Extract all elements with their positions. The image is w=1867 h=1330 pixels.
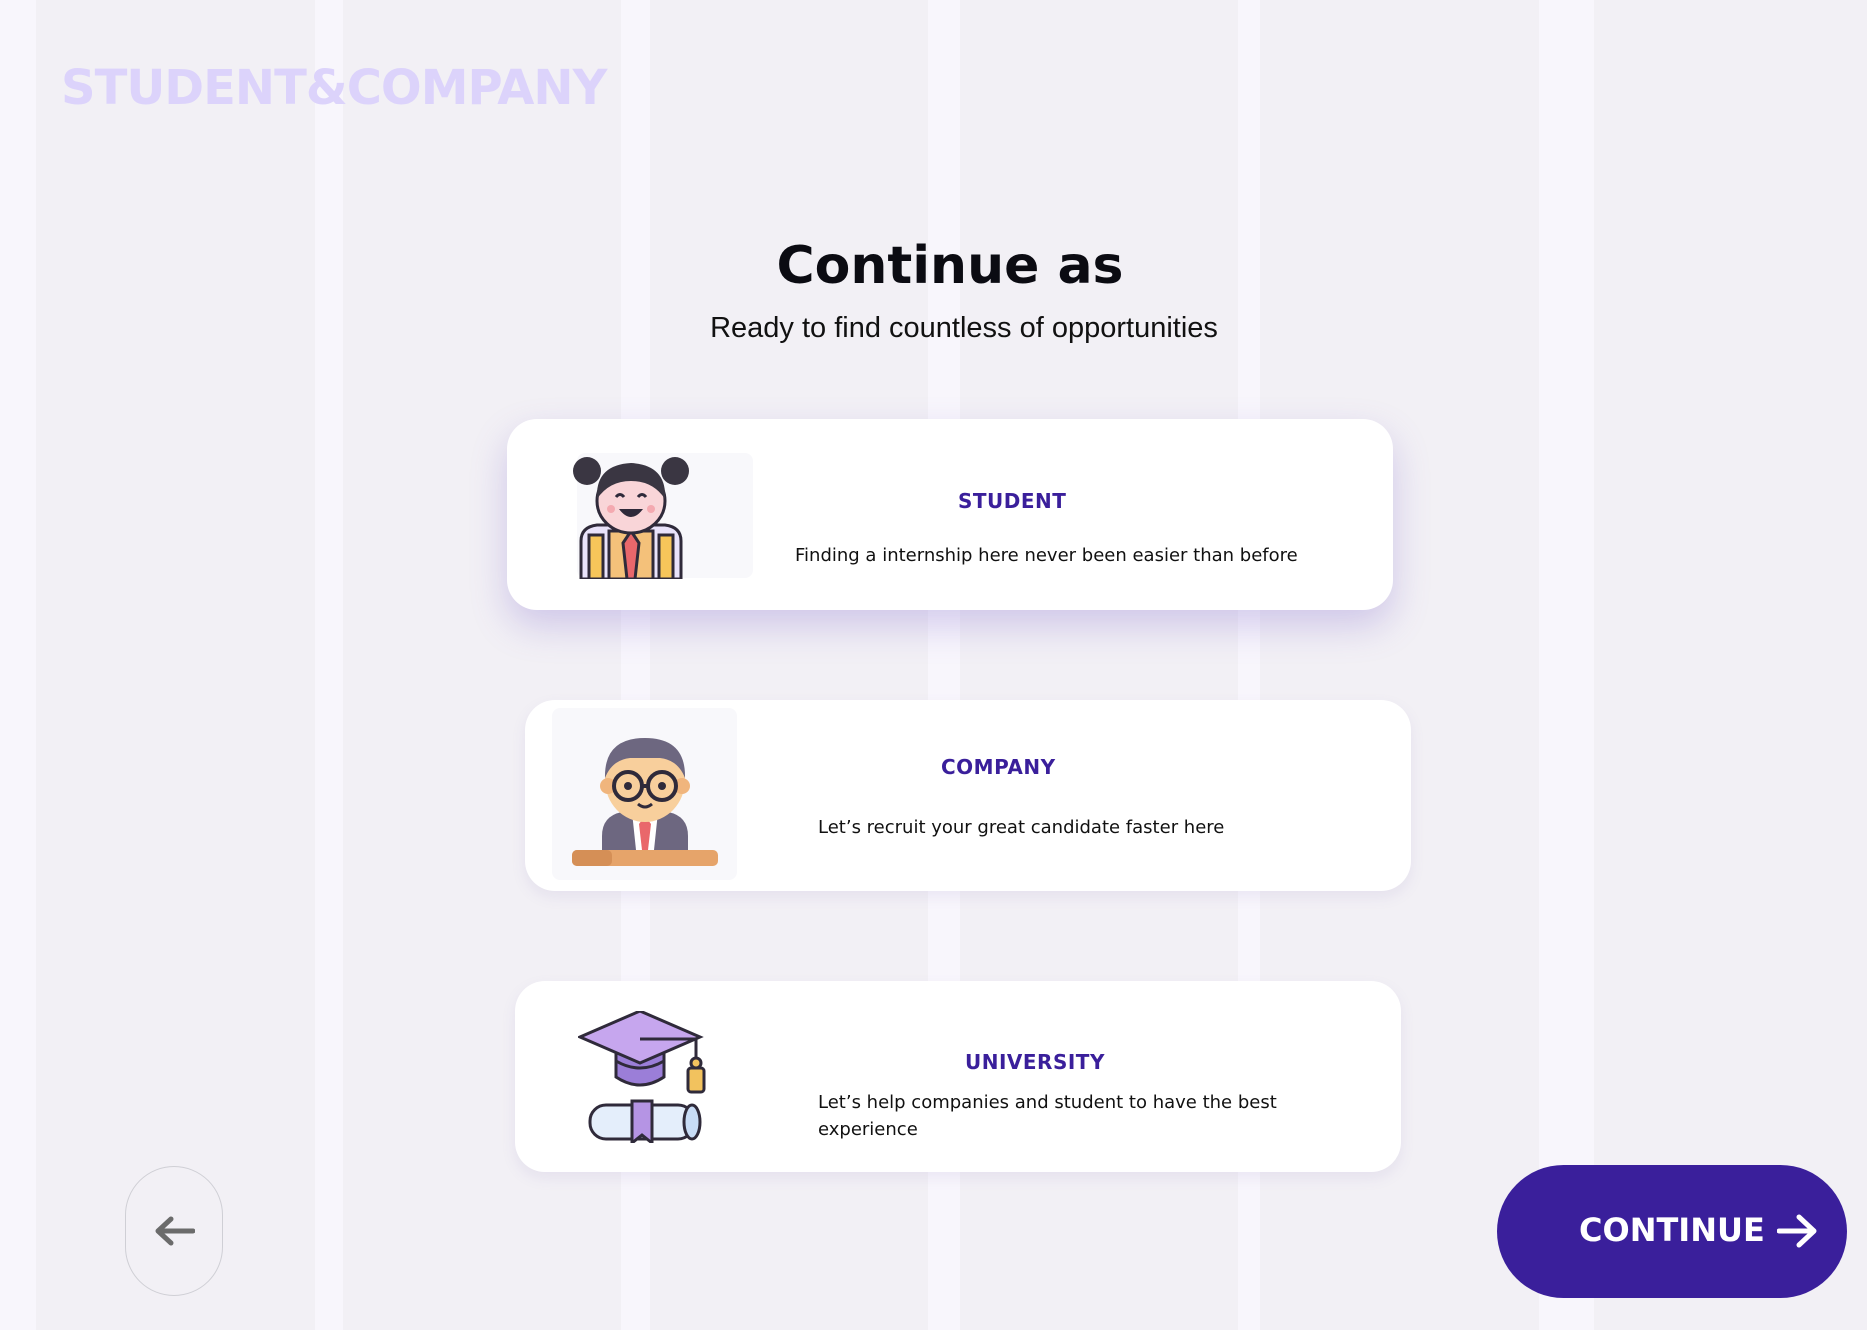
option-label: STUDENT — [958, 489, 1067, 513]
option-description: Let’s recruit your great candidate faste… — [818, 817, 1225, 838]
brand-logo: STUDENT&COMPANY — [61, 60, 607, 116]
businessman-avatar-icon — [572, 738, 718, 866]
option-label: UNIVERSITY — [965, 1050, 1105, 1074]
arrow-right-icon — [1777, 1214, 1817, 1248]
option-card-student[interactable]: STUDENT Finding a internship here never … — [507, 419, 1393, 610]
student-avatar-icon — [573, 457, 689, 579]
page-title: Continue as — [776, 236, 1124, 296]
graduation-cap-diploma-icon — [578, 1011, 706, 1143]
continue-button[interactable]: CONTINUE — [1497, 1165, 1847, 1298]
option-label: COMPANY — [941, 755, 1056, 779]
background-stripe — [315, 0, 343, 1330]
continue-button-label: CONTINUE — [1579, 1211, 1765, 1249]
arrow-left-icon — [155, 1216, 195, 1246]
back-button[interactable] — [125, 1166, 223, 1296]
background-stripe — [0, 0, 36, 1330]
background-stripe — [1539, 0, 1594, 1330]
option-description: Finding a internship here never been eas… — [795, 545, 1298, 566]
option-card-university[interactable]: UNIVERSITY Let’s help companies and stud… — [515, 981, 1401, 1172]
page-subtitle: Ready to find countless of opportunities — [710, 312, 1218, 344]
option-card-company[interactable]: COMPANY Let’s recruit your great candida… — [525, 700, 1411, 891]
option-description: Let’s help companies and student to have… — [818, 1092, 1277, 1140]
